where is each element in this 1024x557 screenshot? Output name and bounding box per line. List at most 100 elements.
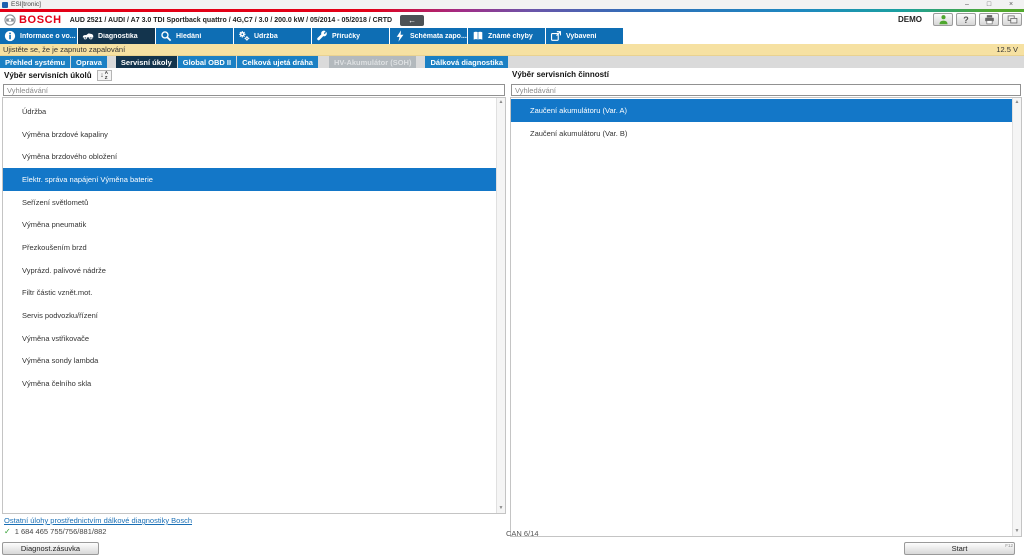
scroll-up-icon[interactable]: ▲ [497,98,505,107]
start-fkey-label: F12 [1005,543,1013,548]
window-title: ESI[tronic] [11,1,41,8]
list-item[interactable]: Seřízení světlometů [3,191,496,214]
app-header: BOSCH AUD 2521 / AUDI / A7 3.0 TDI Sport… [0,12,1024,28]
right-panel-title-row: Výběr servisních činností [512,70,609,79]
device-status: ✓ 1 684 465 755/756/881/882 [4,527,106,536]
window-titlebar: ESI[tronic] – □ × [0,0,1024,9]
tab-label: Schémata zapo... [410,33,467,40]
left-scrollbar[interactable]: ▲ ▼ [496,98,505,513]
minimize-icon[interactable]: – [956,0,978,9]
wrench-icon [316,30,329,42]
scroll-up-icon[interactable]: ▲ [1013,98,1021,107]
diagnostic-socket-button[interactable]: Diagnost.zásuvka [2,542,99,555]
help-button[interactable]: ? [956,13,976,26]
tab-informace-o-vo[interactable]: Informace o vo... [0,28,77,44]
gears-icon [238,30,251,42]
lightning-icon [394,30,407,42]
list-item[interactable]: Zaučení akumulátoru (Var. A) [511,99,1012,122]
list-item[interactable]: Elektr. správa napájení Výměna baterie [3,168,496,191]
vehicle-info: AUD 2521 / AUDI / A7 3.0 TDI Sportback q… [70,17,392,24]
right-scrollbar[interactable]: ▲ ▼ [1012,98,1021,536]
subtab-celkov-ujet-dr-ha[interactable]: Celková ujetá dráha [237,56,318,68]
list-item[interactable]: Přezkoušením brzd [3,236,496,259]
remote-diagnostics-link[interactable]: Ostatní úlohy prostřednictvím dálkové di… [4,516,192,525]
user-button[interactable] [933,13,953,26]
tab-label: Diagnostika [98,33,138,40]
start-button[interactable]: Start F12 [904,542,1015,555]
service-action-list: Zaučení akumulátoru (Var. A)Zaučení akum… [510,97,1022,537]
list-item[interactable]: Vyprázd. palivové nádrže [3,259,496,282]
list-item[interactable]: Servis podvozku/řízení [3,304,496,327]
tab-diagnostika[interactable]: Diagnostika [78,28,155,44]
tab-vybaven[interactable]: Vybavení [546,28,623,44]
sort-button[interactable]: ↓ AZ [97,70,112,81]
info-icon [4,30,17,42]
window-controls: – □ × [956,0,1022,9]
screens-icon [1007,14,1018,25]
esitronic-window: ESI[tronic] – □ × BOSCH AUD 2521 / AUDI … [0,0,1024,557]
battery-voltage: 12.5 V [996,45,1018,54]
sub-tabs: Přehled systémuOprava Servisní úkolyGloba… [0,56,1024,68]
subtab-oprava[interactable]: Oprava [71,56,107,68]
list-item[interactable]: Výměna vstřikovače [3,327,496,350]
subtab-d-lkov-diagnostika[interactable]: Dálková diagnostika [425,56,508,68]
list-item[interactable]: Filtr částic vznět.mot. [3,282,496,305]
header-right: DEMO ? [898,13,1022,26]
help-icon: ? [963,15,969,25]
sort-az-icon: AZ [105,71,108,80]
subtab-hv-akumul-tor-soh: HV-Akumulátor (SOH) [329,56,417,68]
left-panel-title-row: Výběr servisních úkolů ↓ AZ [4,70,112,81]
book-icon [472,30,485,42]
tab-p-ru-ky[interactable]: Příručky [312,28,389,44]
list-item[interactable]: Výměna sondy lambda [3,350,496,373]
tab-label: Informace o vo... [20,33,76,40]
app-icon [2,2,8,8]
tab-dr-ba[interactable]: Údržba [234,28,311,44]
bosch-armature-icon [4,14,16,26]
print-icon [984,14,995,25]
notice-bar: Ujistěte se, že je zapnuto zapalování 12… [0,44,1024,56]
list-item[interactable]: Výměna brzdového obložení [3,145,496,168]
right-search-input[interactable] [511,84,1021,96]
scroll-down-icon[interactable]: ▼ [1013,527,1021,536]
print-button[interactable] [979,13,999,26]
list-item[interactable]: Výměna pneumatik [3,213,496,236]
car-icon [82,30,95,42]
sort-arrow-icon: ↓ [100,72,104,79]
service-task-list: ÚdržbaVýměna brzdové kapalinyVýměna brzd… [2,97,506,514]
user-mode-label: DEMO [898,15,922,24]
external-icon [550,30,563,42]
bosch-logo: BOSCH [19,14,62,26]
tab-label: Údržba [254,33,278,40]
left-search-input[interactable] [3,84,505,96]
list-item[interactable]: Výměna čelního skla [3,372,496,395]
tab-label: Příručky [332,33,360,40]
tab-sch-mata-zapo[interactable]: Schémata zapo... [390,28,467,44]
search-icon [160,30,173,42]
subtab-p-ehled-syst-mu[interactable]: Přehled systému [0,56,70,68]
subtab-servisn-koly[interactable]: Servisní úkoly [116,56,177,68]
tab-zn-m-chyby[interactable]: Známé chyby [468,28,545,44]
check-icon: ✓ [4,527,11,536]
list-item[interactable]: Výměna brzdové kapaliny [3,123,496,146]
back-button[interactable]: ← [400,15,424,26]
can-status: CAN 6/14 [506,529,539,538]
main-nav: Informace o vo... Diagnostika Hledání Údržb… [0,28,1024,44]
tab-label: Hledání [176,33,201,40]
scroll-down-icon[interactable]: ▼ [497,504,505,513]
user-icon [938,14,949,25]
list-item[interactable]: Zaučení akumulátoru (Var. B) [511,122,1012,145]
subtab-global-obd-ii[interactable]: Global OBD II [178,56,236,68]
screens-button[interactable] [1002,13,1022,26]
restore-icon[interactable]: □ [978,0,1000,9]
tab-label: Známé chyby [488,33,533,40]
close-icon[interactable]: × [1000,0,1022,9]
right-panel-title: Výběr servisních činností [512,70,609,79]
device-number: 1 684 465 755/756/881/882 [15,527,107,536]
list-item[interactable]: Údržba [3,100,496,123]
notice-message: Ujistěte se, že je zapnuto zapalování [3,45,125,54]
left-panel-title: Výběr servisních úkolů [4,71,92,80]
tab-label: Vybavení [566,33,596,40]
tab-hled-n[interactable]: Hledání [156,28,233,44]
back-icon: ← [408,16,416,25]
